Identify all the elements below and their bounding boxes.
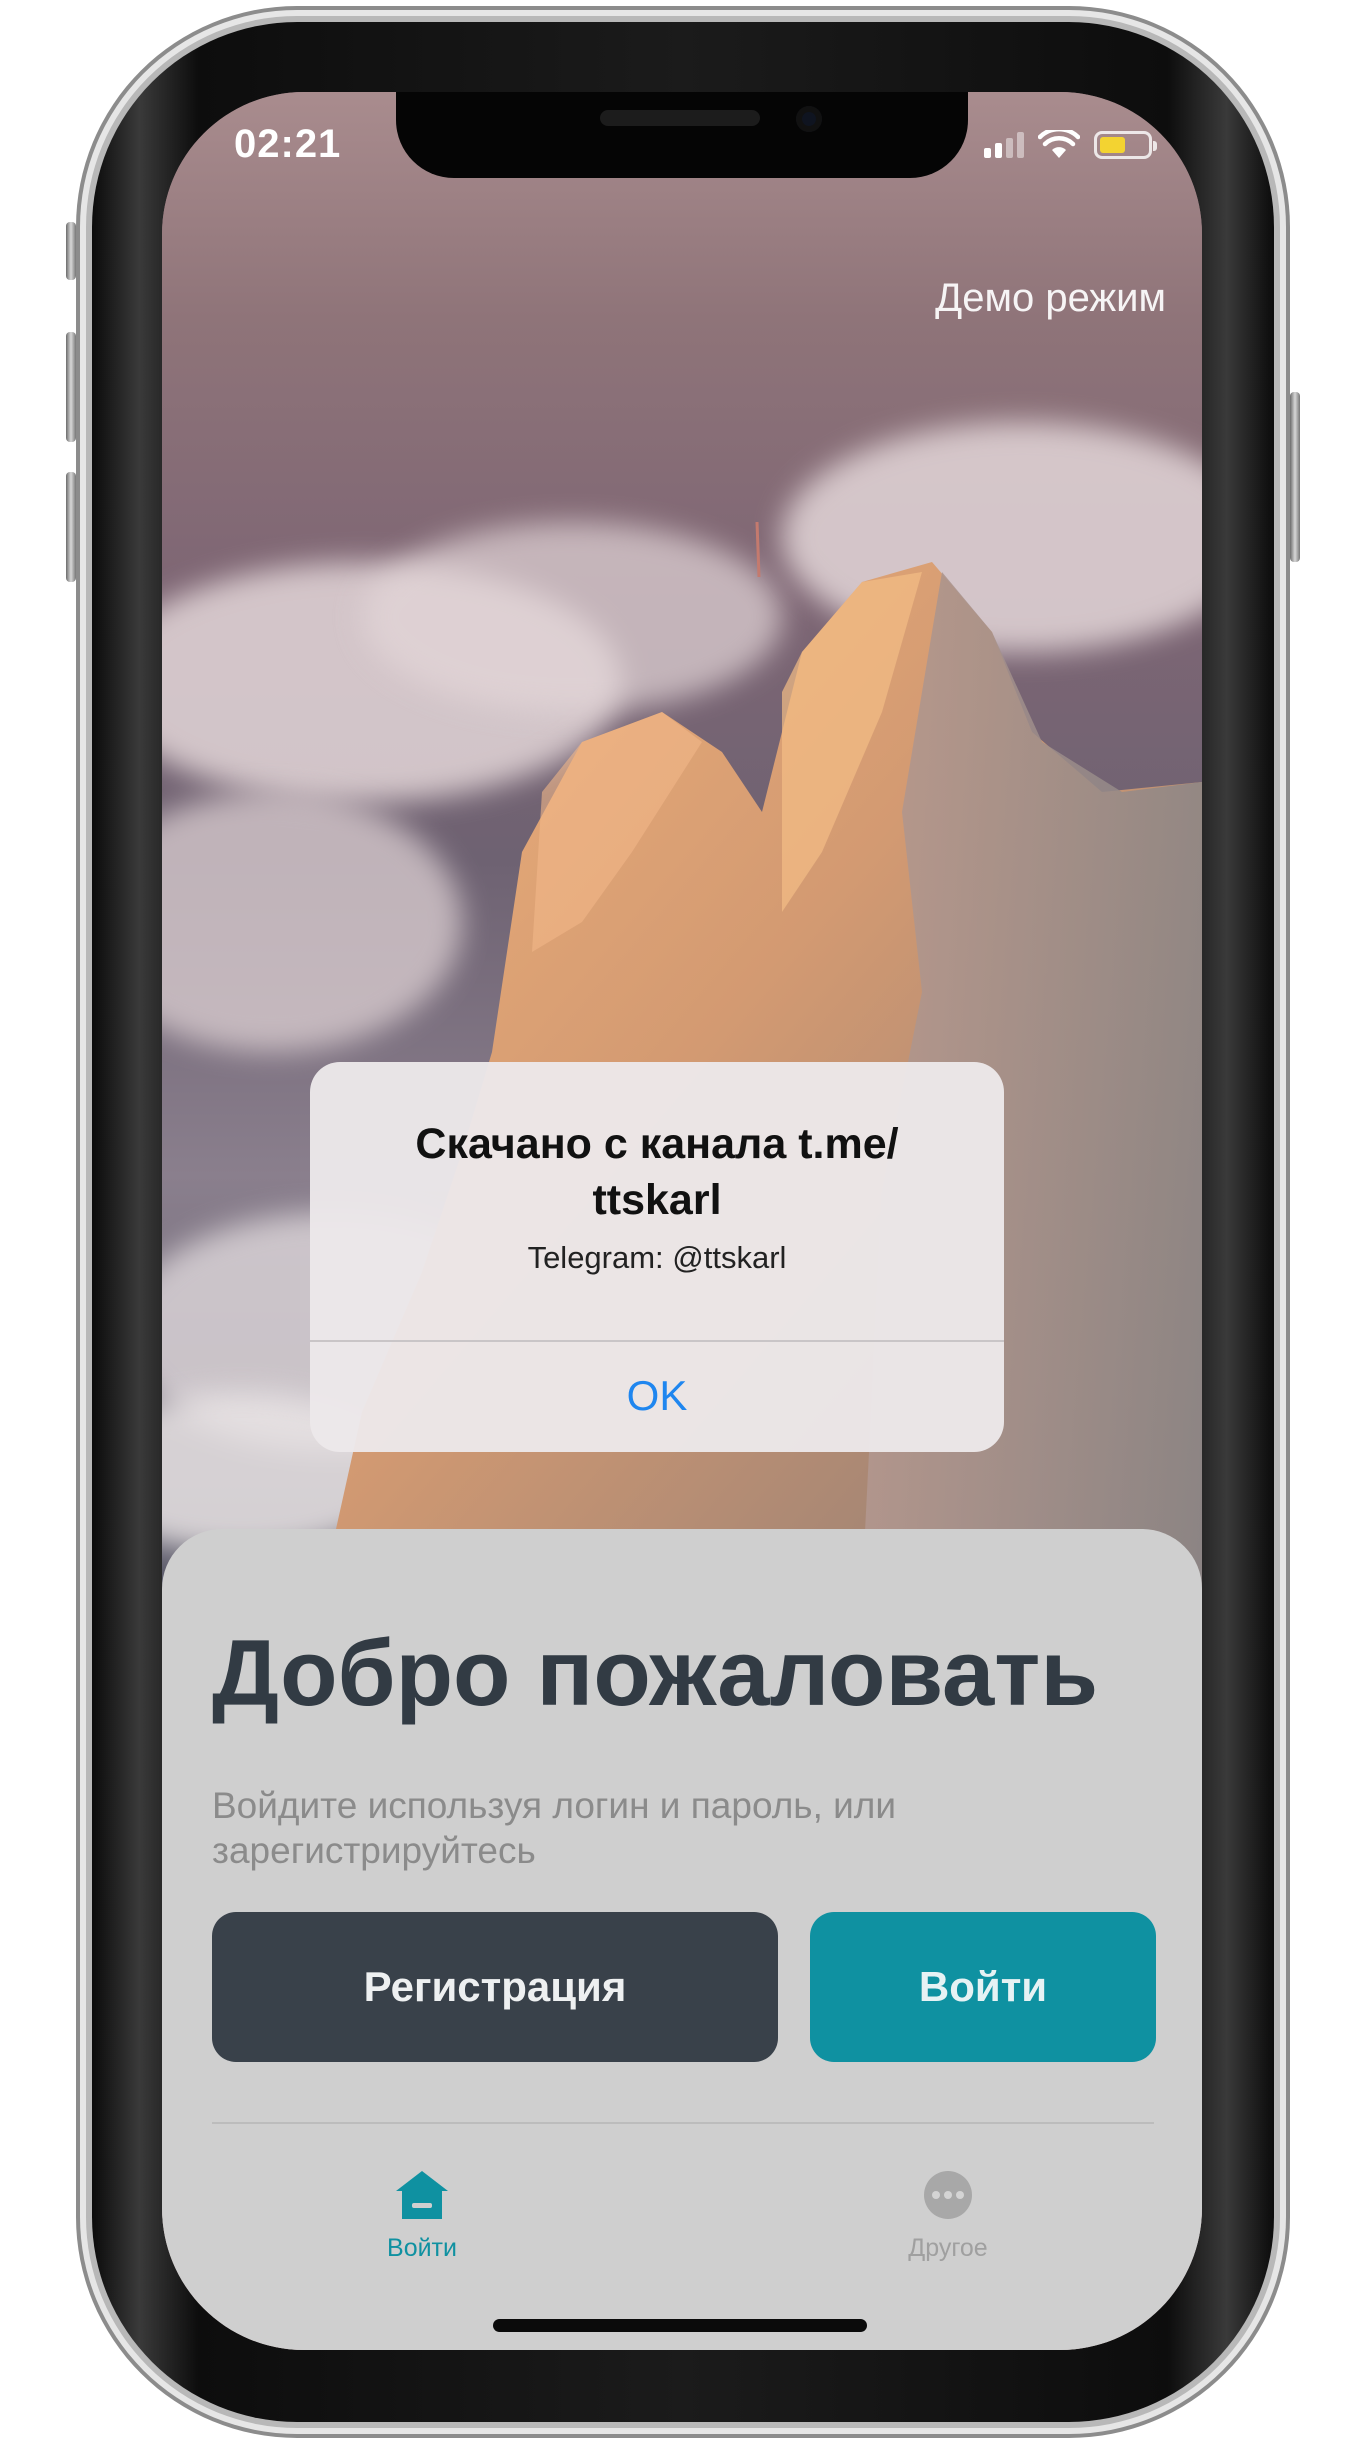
volume-down-button xyxy=(66,472,76,582)
alert-ok-button[interactable]: OK xyxy=(310,1340,1004,1452)
register-button[interactable]: Регистрация xyxy=(212,1912,778,2062)
more-icon xyxy=(924,2171,972,2219)
alert-title: Скачано с канала t.me/ ttskarl xyxy=(415,1120,899,1224)
screen: 02:21 Демо режим Скачано с канала t.me/ … xyxy=(162,92,1202,2350)
tabbar-divider xyxy=(212,2122,1154,2124)
login-button[interactable]: Войти xyxy=(810,1912,1156,2062)
battery-level xyxy=(1100,137,1125,153)
tab-login[interactable]: Войти xyxy=(322,2169,522,2263)
phone-frame: 02:21 Демо режим Скачано с канала t.me/ … xyxy=(66,22,1300,2422)
demo-mode-link[interactable]: Демо режим xyxy=(935,276,1166,321)
tab-login-label: Войти xyxy=(387,2234,457,2262)
cellular-signal-icon xyxy=(984,132,1024,158)
welcome-subtitle: Войдите используя логин и пароль, или за… xyxy=(212,1785,897,1871)
wifi-icon xyxy=(1038,130,1080,158)
welcome-sheet: Добро пожаловать Войдите используя логин… xyxy=(162,1529,1202,2350)
front-camera xyxy=(796,106,822,132)
welcome-title: Добро пожаловать xyxy=(212,1620,1099,1725)
alert-dialog: Скачано с канала t.me/ ttskarl Telegram:… xyxy=(310,1062,1004,1452)
home-indicator[interactable] xyxy=(493,2319,867,2332)
status-icons xyxy=(984,130,1157,160)
silent-switch xyxy=(66,222,76,280)
alert-message: Telegram: @ttskarl xyxy=(527,1240,787,1275)
power-button xyxy=(1290,392,1300,562)
status-time: 02:21 xyxy=(234,122,342,166)
volume-up-button xyxy=(66,332,76,442)
battery-icon xyxy=(1094,131,1157,159)
speaker-grille xyxy=(600,110,760,126)
home-icon xyxy=(396,2171,448,2219)
tab-other-label: Другое xyxy=(908,2234,988,2262)
notch xyxy=(396,92,968,178)
tab-other[interactable]: Другое xyxy=(848,2169,1048,2263)
